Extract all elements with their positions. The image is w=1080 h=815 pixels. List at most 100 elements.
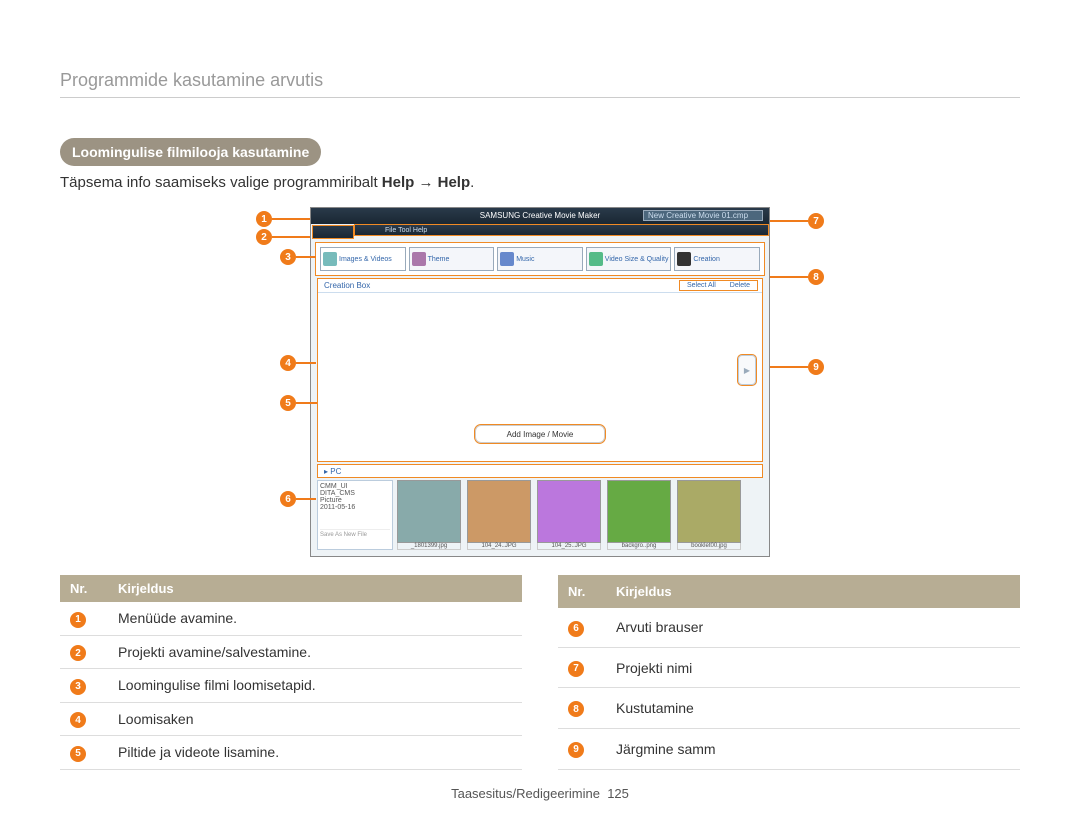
callout-7: 7 <box>770 213 824 229</box>
row-number: 3 <box>70 679 86 695</box>
row-number: 4 <box>70 712 86 728</box>
tab-label: Creation <box>693 256 719 263</box>
table-row: 4 Loomisaken <box>60 702 522 736</box>
tab-theme[interactable]: Theme <box>409 247 495 271</box>
callout-8: 8 <box>770 269 824 285</box>
thumbnail-label: _1801399.jpg <box>397 543 461 550</box>
table-row: 5 Piltide ja videote lisamine. <box>60 736 522 770</box>
footer-page-number: 125 <box>607 786 629 801</box>
table-row: 3 Loomingulise filmi loomisetapid. <box>60 669 522 703</box>
row-desc: Projekti nimi <box>606 648 1020 688</box>
pc-browser: CMM_UI DITA_CMS Picture 2011-05-16 Save … <box>317 480 763 550</box>
callout-9: 9 <box>770 359 824 375</box>
tree-item[interactable]: Picture <box>320 497 390 504</box>
tab-music[interactable]: Music <box>497 247 583 271</box>
music-icon <box>500 252 514 266</box>
thumbnail-label: 104_25..JPG <box>537 543 601 550</box>
thumbnail-image <box>467 480 531 543</box>
tab-creation[interactable]: Creation <box>674 247 760 271</box>
callout-num-6: 6 <box>280 491 296 507</box>
table-row: 6 Arvuti brauser <box>558 608 1020 648</box>
tab-label: Images & Videos <box>339 256 392 263</box>
callout-1: 1 <box>256 211 310 227</box>
callout-num-3: 3 <box>280 249 296 265</box>
callout-num-7: 7 <box>808 213 824 229</box>
footer-section-label: Taasesitus/Redigeerimine <box>451 786 600 801</box>
table-row: 9 Järgmine samm <box>558 728 1020 769</box>
select-delete-group: Select All Delete <box>679 280 758 291</box>
table-row: 2Projekti avamine/salvestamine. <box>60 635 522 669</box>
right-description-table: Nr. Kirjeldus 6 Arvuti brauser 7 Projekti … <box>558 575 1020 770</box>
row-number: 7 <box>568 661 584 677</box>
delete-button[interactable]: Delete <box>725 282 755 289</box>
table-row: 1Menüüde avamine. <box>60 602 522 635</box>
page-footer: Taasesitus/Redigeerimine 125 <box>0 786 1080 801</box>
wizard-tabs: Images & Videos Theme Music Video Size &… <box>315 242 765 276</box>
row-number: 1 <box>70 612 86 628</box>
callout-num-5: 5 <box>280 395 296 411</box>
thumbnail-image <box>607 480 671 543</box>
thumbnail-label: 104_24..JPG <box>467 543 531 550</box>
col-header-desc: Kirjeldus <box>108 575 522 602</box>
instruction-prefix: Täpsema info saamiseks valige programmir… <box>60 174 382 191</box>
left-description-table: Nr. Kirjeldus 1Menüüde avamine. 2Projekt… <box>60 575 522 770</box>
callout-num-1: 1 <box>256 211 272 227</box>
row-number: 5 <box>70 746 86 762</box>
tab-video-size[interactable]: Video Size & Quality <box>586 247 672 271</box>
thumbnail[interactable]: 104_24..JPG <box>467 480 531 550</box>
section-title-pill: Loomingulise filmilooja kasutamine <box>60 138 321 166</box>
thumbnail-image <box>397 480 461 543</box>
magic-hat-icon <box>677 252 691 266</box>
breadcrumb: Programmide kasutamine arvutis <box>60 70 1020 98</box>
thumbnail[interactable]: booklet00.jpg <box>677 480 741 550</box>
row-number: 9 <box>568 742 584 758</box>
thumbnail-strip: _1801399.jpg 104_24..JPG 104_25..JPG bac… <box>397 480 763 550</box>
thumbnail[interactable]: 104_25..JPG <box>537 480 601 550</box>
description-tables: Nr. Kirjeldus 1Menüüde avamine. 2Projekt… <box>60 575 1020 770</box>
row-desc: Loomisaken <box>108 702 522 736</box>
callout-4: 4 <box>280 355 316 371</box>
row-desc: Loomingulise filmi loomisetapid. <box>108 669 522 703</box>
col-header-nr: Nr. <box>558 575 606 608</box>
menubar[interactable]: File Tool Help <box>354 224 769 236</box>
row-desc: Arvuti brauser <box>606 608 1020 648</box>
save-as-new-file[interactable]: Save As New File <box>320 529 390 538</box>
tree-item[interactable]: DITA_CMS <box>320 490 390 497</box>
pc-label: PC <box>330 467 341 476</box>
thumbnail[interactable]: backgro..png <box>607 480 671 550</box>
thumbnail-image <box>537 480 601 543</box>
tab-label: Video Size & Quality <box>605 256 669 263</box>
instruction-text: Täpsema info saamiseks valige programmir… <box>60 174 1020 191</box>
col-header-desc: Kirjeldus <box>606 575 1020 608</box>
select-all-button[interactable]: Select All <box>682 282 721 289</box>
callout-num-2: 2 <box>256 229 272 245</box>
open-save-toolbar[interactable] <box>312 225 354 239</box>
thumbnail-label: backgro..png <box>607 543 671 550</box>
thumbnail-label: booklet00.jpg <box>677 543 741 550</box>
instruction-suffix: . <box>470 174 474 191</box>
screenshot-figure: 1 2 3 4 5 6 7 8 9 SAMSUNG Creative Movie… <box>260 207 820 557</box>
thumbnail[interactable]: _1801399.jpg <box>397 480 461 550</box>
tab-images-videos[interactable]: Images & Videos <box>320 247 406 271</box>
add-image-movie-button[interactable]: Add Image / Movie <box>475 425 605 443</box>
app-window: SAMSUNG Creative Movie Maker New Creativ… <box>310 207 770 557</box>
table-row: 8 Kustutamine <box>558 688 1020 728</box>
instruction-bold: Help → Help <box>382 174 470 191</box>
row-desc: Piltide ja videote lisamine. <box>108 736 522 770</box>
row-desc: Järgmine samm <box>606 728 1020 769</box>
row-desc: Kustutamine <box>606 688 1020 728</box>
folder-tree[interactable]: CMM_UI DITA_CMS Picture 2011-05-16 Save … <box>317 480 393 550</box>
tree-item[interactable]: CMM_UI <box>320 483 390 490</box>
row-number: 8 <box>568 701 584 717</box>
row-number: 6 <box>568 621 584 637</box>
project-name-box[interactable]: New Creative Movie 01.cmp <box>643 210 763 221</box>
callout-num-4: 4 <box>280 355 296 371</box>
row-number: 2 <box>70 645 86 661</box>
tree-item[interactable]: 2011-05-16 <box>320 504 390 511</box>
pc-bar[interactable]: ▸ PC <box>317 464 763 478</box>
film-icon <box>323 252 337 266</box>
callout-num-9: 9 <box>808 359 824 375</box>
next-step-button[interactable]: ▶ <box>738 355 756 385</box>
callout-3: 3 <box>280 249 316 265</box>
app-titlebar: SAMSUNG Creative Movie Maker New Creativ… <box>311 208 769 224</box>
